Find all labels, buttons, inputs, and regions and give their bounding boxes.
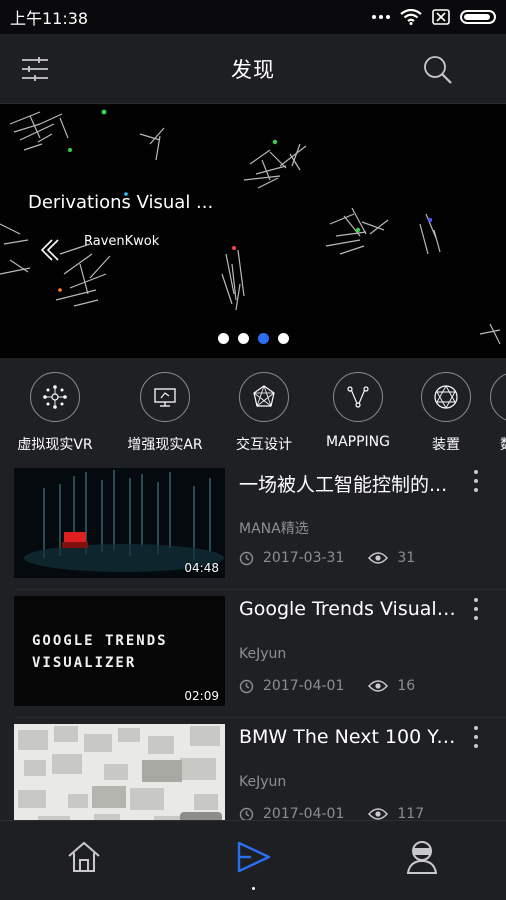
battery-icon (460, 10, 496, 24)
video-thumbnail[interactable]: 04:48 (14, 468, 225, 578)
video-thumbnail[interactable]: GOOGLE TRENDS VISUALIZER 02:09 (14, 596, 225, 706)
installation-icon (421, 372, 471, 422)
clock-icon (239, 807, 254, 820)
interaction-polygon-icon (239, 372, 289, 422)
pager-dot[interactable] (218, 333, 229, 344)
video-meta: 2017-04-01 117 (239, 806, 424, 820)
eye-icon (368, 680, 389, 692)
bottom-tab-bar (0, 820, 506, 900)
clock-icon (239, 551, 254, 565)
mapping-icon (333, 372, 383, 422)
eye-icon (368, 552, 389, 564)
status-time: 上午11:38 (10, 9, 89, 28)
no-sim-icon (432, 9, 450, 25)
video-date: 2017-04-01 (263, 806, 345, 820)
video-thumbnail[interactable] (14, 724, 225, 820)
signal-dots-icon (372, 15, 390, 19)
video-view-count: 16 (397, 678, 416, 694)
video-meta: 2017-04-01 16 (239, 678, 415, 694)
vr-network-icon (30, 372, 80, 422)
category-label: 数 (470, 434, 506, 454)
tab-discover[interactable] (233, 837, 273, 877)
video-views: 31 (368, 550, 415, 566)
banner-title: Derivations Visual ... (28, 192, 214, 213)
status-icons (372, 9, 496, 25)
banner-pager (218, 333, 289, 344)
video-date: 2017-03-31 (263, 550, 345, 566)
more-options-icon[interactable] (470, 726, 482, 748)
tab-profile[interactable] (402, 837, 442, 877)
video-author: MANA精选 (239, 521, 309, 537)
banner-artwork (0, 109, 501, 345)
pager-dot-active[interactable] (258, 333, 269, 344)
more-options-icon[interactable] (470, 598, 482, 620)
video-views: 117 (368, 806, 424, 820)
app-header: 发现 (0, 34, 506, 104)
video-duration: 02:09 (184, 689, 219, 703)
video-views: 16 (368, 678, 415, 694)
video-view-count: 31 (397, 550, 416, 566)
video-title[interactable]: BMW The Next 100 Yea... (239, 726, 459, 748)
tab-home[interactable] (64, 837, 104, 877)
category-vr[interactable]: 虚拟现实VR (0, 372, 110, 454)
more-options-icon[interactable] (470, 470, 482, 492)
thumbnail-text-line: GOOGLE TRENDS (32, 633, 168, 649)
category-row: 虚拟现实VR 增强现实AR 交互设计 MAPPING 装置 (0, 358, 506, 462)
filter-sliders-icon[interactable] (20, 54, 50, 84)
category-data[interactable]: 数 (470, 372, 506, 454)
video-meta: 2017-03-31 31 (239, 550, 415, 566)
video-title[interactable]: 一场被人工智能控制的... (239, 470, 459, 497)
pager-dot[interactable] (238, 333, 249, 344)
category-ar[interactable]: 增强现实AR (110, 372, 220, 454)
status-bar: 上午11:38 (0, 0, 506, 34)
video-item[interactable]: GOOGLE TRENDS VISUALIZER 02:09 Google Tr… (0, 590, 506, 718)
author-logo-icon (40, 239, 59, 261)
thumbnail-text-line: VISUALIZER (32, 655, 137, 671)
video-item[interactable]: BMW The Next 100 Yea... KeJyun 2017-04-0… (0, 718, 506, 820)
thumbnail-text: GOOGLE TRENDS VISUALIZER (32, 630, 168, 674)
profile-vr-icon (406, 841, 438, 874)
page-title: 发现 (231, 57, 275, 82)
ar-screen-icon (140, 372, 190, 422)
clock-icon (239, 679, 254, 693)
video-date: 2017-04-01 (263, 678, 345, 694)
active-tab-indicator (252, 887, 255, 890)
category-label: 虚拟现实VR (17, 437, 93, 453)
featured-banner[interactable]: Derivations Visual ... RavenKwok (0, 104, 506, 358)
data-icon (490, 372, 506, 422)
video-duration: 04:48 (184, 561, 219, 575)
discover-play-icon (237, 841, 271, 873)
video-title[interactable]: Google Trends Visualiz... (239, 598, 459, 620)
pager-dot[interactable] (278, 333, 289, 344)
search-icon[interactable] (422, 54, 454, 86)
video-view-count: 117 (397, 806, 425, 820)
video-author: KeJyun (239, 774, 287, 790)
category-label: 增强现实AR (127, 437, 203, 453)
video-item[interactable]: 04:48 一场被人工智能控制的... MANA精选 2017-03-31 31 (0, 462, 506, 590)
video-list: 04:48 一场被人工智能控制的... MANA精选 2017-03-31 31… (0, 462, 506, 820)
banner-author: RavenKwok (84, 234, 160, 249)
wifi-icon (400, 9, 422, 25)
home-icon (68, 841, 100, 872)
video-author: KeJyun (239, 646, 287, 662)
thumbnail-art (18, 726, 222, 820)
eye-icon (368, 808, 389, 820)
